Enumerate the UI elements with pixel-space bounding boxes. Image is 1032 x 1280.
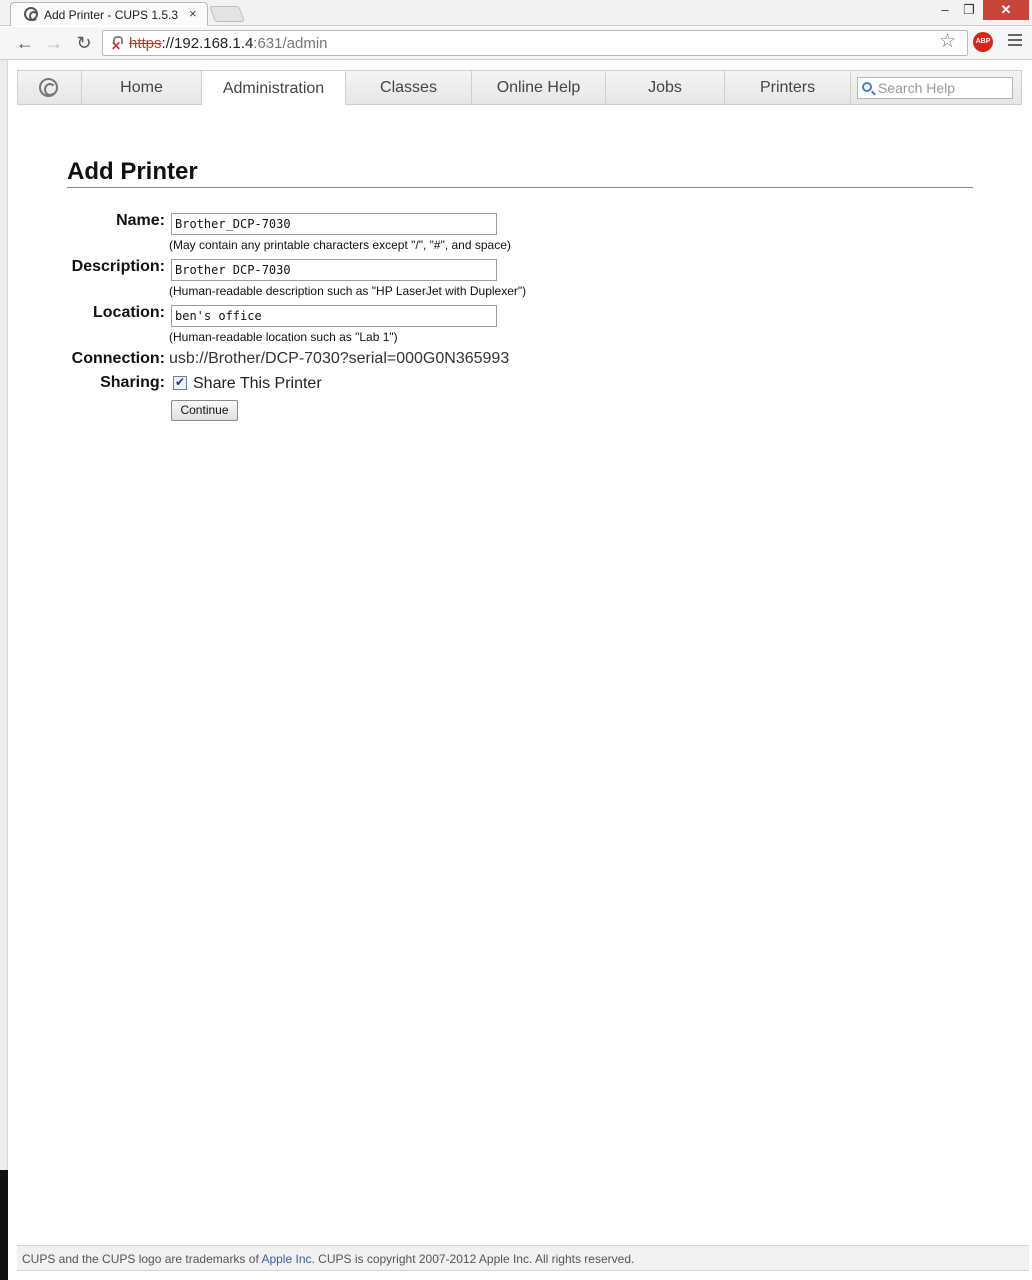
new-tab-button[interactable] bbox=[209, 6, 245, 22]
footer-text-before: CUPS and the CUPS logo are trademarks of bbox=[22, 1252, 262, 1266]
apple-link[interactable]: Apple Inc. bbox=[261, 1252, 314, 1266]
description-hint: (Human-readable description such as "HP … bbox=[169, 284, 527, 298]
share-printer-checkbox[interactable] bbox=[173, 375, 187, 390]
insecure-lock-icon[interactable] bbox=[111, 36, 123, 53]
nav-online-help[interactable]: Online Help bbox=[472, 71, 606, 104]
browser-menu-icon[interactable] bbox=[1008, 34, 1022, 48]
address-url[interactable]: https://192.168.1.4:631/admin bbox=[129, 35, 328, 52]
url-host: 192.168.1.4 bbox=[174, 35, 254, 52]
nav-classes[interactable]: Classes bbox=[346, 71, 472, 104]
reload-icon[interactable]: ↻ bbox=[72, 31, 96, 55]
cups-navigation-bar: Home Administration Classes Online Help … bbox=[17, 70, 1022, 105]
forward-arrow-icon[interactable]: → bbox=[42, 31, 66, 55]
url-separator: :// bbox=[161, 35, 175, 52]
name-hint: (May contain any printable characters ex… bbox=[169, 238, 511, 252]
name-label: Name: bbox=[116, 212, 165, 229]
url-scheme: https bbox=[129, 35, 162, 52]
search-help-box[interactable] bbox=[857, 77, 1013, 99]
location-label: Location: bbox=[93, 304, 165, 321]
title-divider bbox=[67, 187, 973, 188]
tab-close-icon[interactable]: × bbox=[189, 6, 197, 21]
browser-titlebar: Add Printer - CUPS 1.5.3 × – ❐ ✕ bbox=[0, 0, 1032, 26]
browser-tab[interactable]: Add Printer - CUPS 1.5.3 × bbox=[10, 2, 208, 26]
footer-text-after: CUPS is copyright 2007-2012 Apple Inc. A… bbox=[314, 1252, 635, 1266]
nav-jobs[interactable]: Jobs bbox=[606, 71, 725, 104]
search-help-input[interactable] bbox=[878, 79, 1008, 97]
page-footer: CUPS and the CUPS logo are trademarks of… bbox=[17, 1245, 1029, 1271]
location-field[interactable] bbox=[171, 305, 497, 327]
cups-favicon-icon bbox=[24, 7, 38, 21]
description-field[interactable] bbox=[171, 259, 497, 281]
window-restore-button[interactable]: ❐ bbox=[958, 0, 980, 20]
adblock-plus-icon[interactable]: ABP bbox=[973, 32, 993, 52]
window-minimize-button[interactable]: – bbox=[934, 0, 956, 20]
url-path: :631/admin bbox=[253, 35, 328, 52]
tab-title: Add Printer - CUPS 1.5.3 bbox=[44, 8, 179, 22]
browser-toolbar: ← → ↻ https://192.168.1.4:631/admin bbox=[0, 27, 1032, 60]
left-scrollbar bbox=[0, 60, 8, 1280]
connection-value: usb://Brother/DCP-7030?serial=000G0N3659… bbox=[169, 350, 510, 367]
nav-home[interactable]: Home bbox=[82, 71, 202, 104]
search-icon bbox=[862, 82, 872, 92]
share-printer-label[interactable]: Share This Printer bbox=[193, 375, 322, 393]
page-title: Add Printer bbox=[67, 158, 198, 185]
sharing-label: Sharing: bbox=[100, 374, 165, 391]
location-hint: (Human-readable location such as "Lab 1"… bbox=[169, 330, 398, 344]
continue-button[interactable]: Continue bbox=[171, 400, 238, 421]
back-arrow-icon[interactable]: ← bbox=[13, 31, 37, 55]
description-label: Description: bbox=[71, 258, 165, 275]
bookmark-star-icon[interactable]: ☆ bbox=[939, 30, 956, 53]
nav-printers[interactable]: Printers bbox=[725, 71, 851, 104]
nav-administration[interactable]: Administration bbox=[201, 70, 346, 105]
window-close-button[interactable]: ✕ bbox=[983, 0, 1029, 20]
address-bar[interactable]: https://192.168.1.4:631/admin bbox=[102, 30, 968, 56]
connection-label: Connection: bbox=[71, 350, 165, 367]
cups-logo[interactable] bbox=[18, 71, 82, 104]
name-field[interactable] bbox=[171, 213, 497, 235]
cups-logo-icon bbox=[39, 78, 58, 97]
